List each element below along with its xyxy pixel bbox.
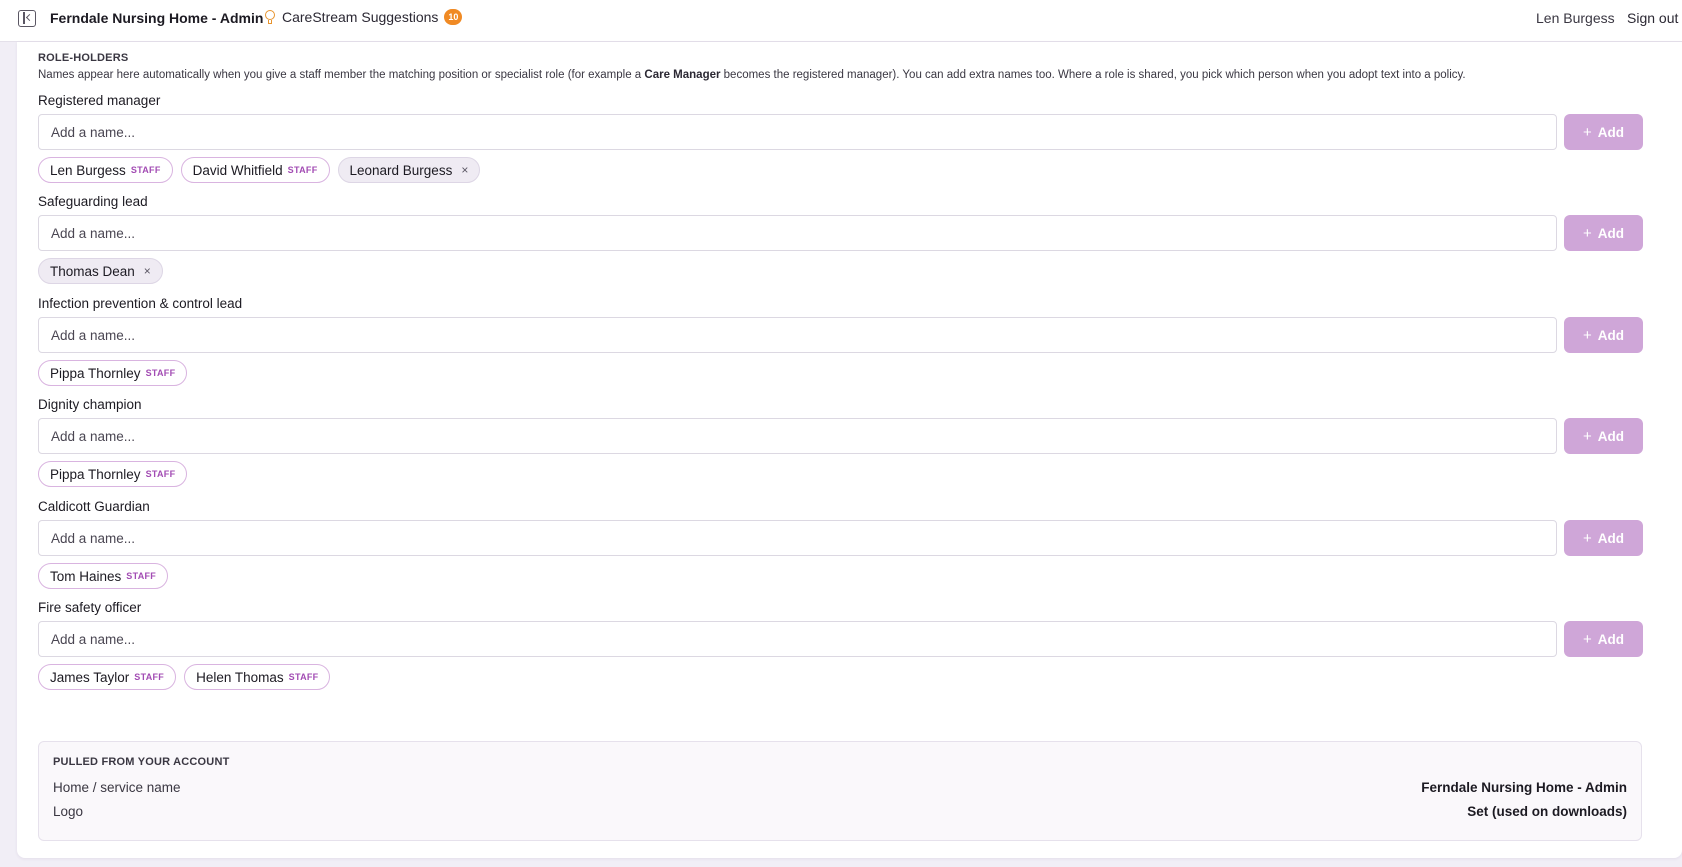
role-input-row: + Add — [38, 520, 1643, 556]
staff-tag: STAFF — [130, 165, 161, 175]
staff-tag: STAFF — [145, 469, 176, 479]
app-title: Ferndale Nursing Home - Admin — [50, 10, 264, 26]
manual-name-chip: Leonard Burgess × — [337, 157, 481, 183]
close-icon[interactable]: × — [144, 264, 151, 278]
role-input-row: + Add — [38, 621, 1643, 657]
plus-icon: + — [1582, 123, 1592, 141]
role-holder-chips: James Taylor STAFF Helen Thomas STAFF — [38, 664, 1643, 690]
plus-icon: + — [1582, 224, 1592, 242]
description-text: becomes the registered manager). You can… — [720, 69, 1466, 81]
account-row-service-name: Home / service name Ferndale Nursing Hom… — [53, 780, 1627, 795]
section-heading: ROLE-HOLDERS — [38, 52, 129, 64]
chip-name: Len Burgess — [50, 162, 126, 178]
user-name[interactable]: Len Burgess — [1536, 10, 1615, 26]
staff-tag: STAFF — [287, 165, 318, 175]
role-holders-card: ROLE-HOLDERS Names appear here automatic… — [17, 42, 1682, 858]
add-name-button[interactable]: + Add — [1564, 317, 1643, 353]
role-input-row: + Add — [38, 317, 1643, 353]
account-key: Logo — [53, 804, 84, 819]
role-label: Fire safety officer — [38, 600, 142, 615]
add-name-input[interactable] — [38, 418, 1557, 454]
staff-name-chip: Tom Haines STAFF — [38, 563, 169, 589]
add-button-label: Add — [1597, 428, 1624, 444]
role-block: Fire safety officer + Add James Taylor STAFF… — [38, 599, 1643, 690]
chip-name: Leonard Burgess — [349, 162, 453, 178]
sign-out-link[interactable]: Sign out — [1627, 10, 1678, 26]
manual-name-chip: Thomas Dean × — [38, 258, 163, 284]
role-input-row: + Add — [38, 114, 1643, 150]
plus-icon: + — [1582, 326, 1592, 344]
staff-tag: STAFF — [145, 368, 176, 378]
role-block: Dignity champion + Add Pippa Thornley STAFF — [38, 396, 1643, 487]
chip-name: Tom Haines — [50, 568, 122, 584]
plus-icon: + — [1582, 529, 1592, 547]
suggestions-link[interactable]: CareStream Suggestions 10 — [264, 9, 463, 25]
role-label: Dignity champion — [38, 397, 142, 412]
section-description: Names appear here automatically when you… — [38, 69, 1598, 81]
staff-tag: STAFF — [288, 672, 319, 682]
add-button-label: Add — [1597, 327, 1624, 343]
description-text: Names appear here automatically when you… — [38, 69, 645, 81]
staff-name-chip: Helen Thomas STAFF — [184, 664, 331, 690]
chip-name: James Taylor — [50, 669, 130, 685]
close-icon[interactable]: × — [461, 163, 468, 177]
chip-name: David Whitfield — [192, 162, 283, 178]
add-name-input[interactable] — [38, 215, 1557, 251]
staff-name-chip: David Whitfield STAFF — [180, 157, 330, 183]
suggestions-label: CareStream Suggestions — [282, 9, 439, 25]
add-button-label: Add — [1597, 124, 1624, 140]
chip-name: Thomas Dean — [50, 263, 135, 279]
role-holder-chips: Thomas Dean × — [38, 258, 1643, 284]
staff-tag: STAFF — [126, 571, 157, 581]
add-name-input[interactable] — [38, 520, 1557, 556]
role-block: Safeguarding lead + Add Thomas Dean × — [38, 193, 1643, 284]
plus-icon: + — [1582, 630, 1592, 648]
role-block: Caldicott Guardian + Add Tom Haines STAFF — [38, 498, 1643, 589]
add-name-input[interactable] — [38, 317, 1557, 353]
role-holder-chips: Len Burgess STAFF David Whitfield STAFF Leon… — [38, 157, 1643, 183]
staff-name-chip: James Taylor STAFF — [38, 664, 177, 690]
suggestions-count-badge: 10 — [444, 9, 463, 25]
account-heading: PULLED FROM YOUR ACCOUNT — [53, 756, 230, 768]
chip-name: Pippa Thornley — [50, 365, 141, 381]
staff-tag: STAFF — [134, 672, 165, 682]
role-label: Infection prevention & control lead — [38, 296, 243, 311]
staff-name-chip: Pippa Thornley STAFF — [38, 461, 188, 487]
role-input-row: + Add — [38, 418, 1643, 454]
add-button-label: Add — [1597, 631, 1624, 647]
account-value: Ferndale Nursing Home - Admin — [1421, 780, 1627, 795]
add-button-label: Add — [1597, 225, 1624, 241]
add-name-button[interactable]: + Add — [1564, 215, 1643, 251]
role-holder-chips: Tom Haines STAFF — [38, 563, 1643, 589]
lightbulb-icon — [264, 9, 276, 25]
role-label: Registered manager — [38, 93, 161, 108]
description-bold-text: Care Manager — [644, 69, 721, 81]
sidebar-toggle-icon[interactable] — [18, 10, 36, 27]
account-value: Set (used on downloads) — [1467, 804, 1627, 819]
chip-name: Pippa Thornley — [50, 466, 141, 482]
role-block: Registered manager+AddLen BurgessSTAFFDa… — [38, 92, 1643, 183]
account-key: Home / service name — [53, 780, 181, 795]
add-name-button[interactable]: + Add — [1564, 621, 1643, 657]
add-name-input[interactable] — [38, 114, 1557, 150]
add-name-input[interactable] — [38, 621, 1557, 657]
staff-name-chip: Pippa Thornley STAFF — [38, 360, 188, 386]
role-label: Safeguarding lead — [38, 194, 148, 209]
chip-name: Helen Thomas — [196, 669, 284, 685]
staff-name-chip: Len Burgess STAFF — [38, 157, 173, 183]
role-label: Caldicott Guardian — [38, 499, 150, 514]
account-row-logo: Logo Set (used on downloads) — [53, 804, 1627, 819]
role-holder-chips: Pippa Thornley STAFF — [38, 461, 1643, 487]
plus-icon: + — [1582, 427, 1592, 445]
role-input-row: + Add — [38, 215, 1643, 251]
add-name-button[interactable]: + Add — [1564, 114, 1643, 150]
role-block: Infection prevention & control lead + Add P… — [38, 295, 1643, 386]
add-button-label: Add — [1597, 530, 1624, 546]
top-bar: Ferndale Nursing Home - Admin CareStream… — [0, 0, 1682, 42]
account-info-box: PULLED FROM YOUR ACCOUNT Home / service … — [38, 741, 1642, 841]
add-name-button[interactable]: + Add — [1564, 418, 1643, 454]
role-holder-chips: Pippa Thornley STAFF — [38, 360, 1643, 386]
add-name-button[interactable]: + Add — [1564, 520, 1643, 556]
